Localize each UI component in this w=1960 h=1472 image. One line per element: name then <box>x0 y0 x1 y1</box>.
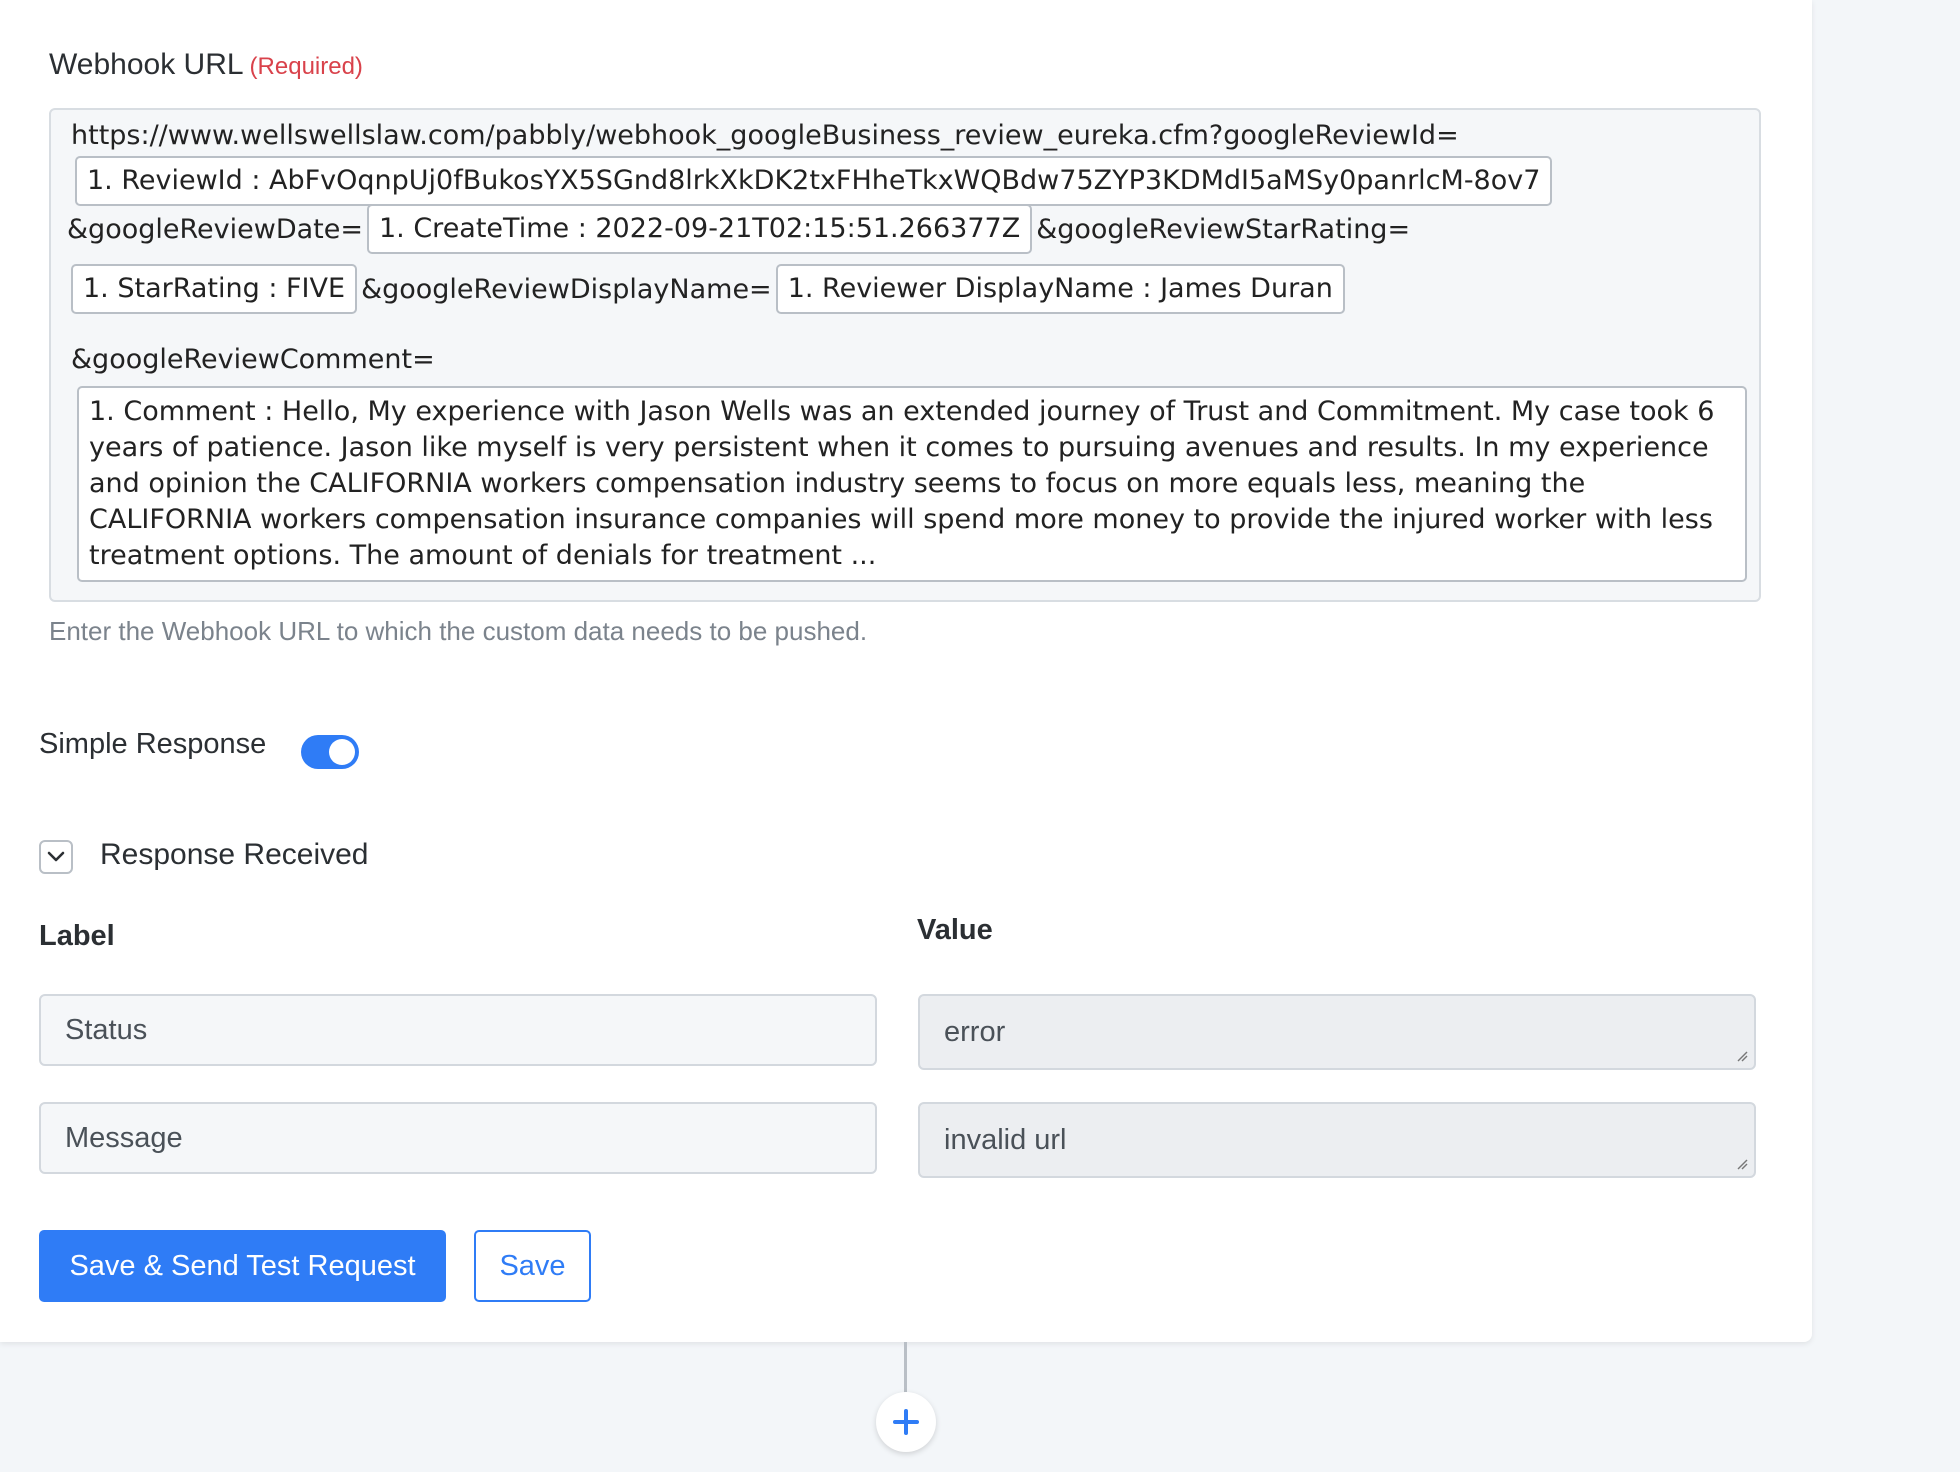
plus-icon <box>893 1409 919 1435</box>
webhook-url-input[interactable]: https://www.wellswellslaw.com/pabbly/web… <box>49 108 1761 602</box>
name-param-text: &googleReviewDisplayName= <box>361 273 772 305</box>
step-connector-line <box>904 1342 907 1394</box>
url-line-2: 1. ReviewId : AbFvOqnpUj0fBukosYX5SGnd8l… <box>71 156 1556 206</box>
resize-grip-icon[interactable] <box>1736 1050 1748 1062</box>
star-param-text: &googleReviewStarRating= <box>1036 213 1411 245</box>
url-line-3: &googleReviewDate= 1. CreateTime : 2022-… <box>67 204 1410 254</box>
webhook-url-title: Webhook URL (Required) <box>49 48 363 82</box>
response-received-title: Response Received <box>100 838 369 871</box>
response-value-text: error <box>944 1015 1006 1048</box>
url-line-1: https://www.wellswellslaw.com/pabbly/web… <box>71 120 1459 151</box>
create-time-token[interactable]: 1. CreateTime : 2022-09-21T02:15:51.2663… <box>366 204 1033 254</box>
response-value-text: invalid url <box>944 1123 1067 1156</box>
date-param-text: &googleReviewDate= <box>67 213 363 245</box>
comment-param-text: &googleReviewComment= <box>71 344 435 375</box>
url-base-text: https://www.wellswellslaw.com/pabbly/web… <box>71 120 1459 151</box>
review-id-token[interactable]: 1. ReviewId : AbFvOqnpUj0fBukosYX5SGnd8l… <box>75 156 1553 206</box>
resize-grip-icon[interactable] <box>1736 1158 1748 1170</box>
response-label-text: Status <box>65 1013 148 1046</box>
response-collapse-button[interactable] <box>39 840 73 874</box>
required-marker: (Required) <box>249 53 363 80</box>
simple-response-label: Simple Response <box>39 728 267 760</box>
star-rating-token[interactable]: 1. StarRating : FIVE <box>71 264 358 314</box>
comment-token[interactable]: 1. Comment : Hello, My experience with J… <box>77 386 1747 582</box>
url-line-5: &googleReviewComment= <box>71 344 435 375</box>
response-label-field-message[interactable]: Message <box>39 1102 877 1174</box>
display-name-token[interactable]: 1. Reviewer DisplayName : James Duran <box>775 264 1345 314</box>
url-line-4: 1. StarRating : FIVE &googleReviewDispla… <box>71 264 1349 314</box>
webhook-url-label: Webhook URL <box>49 48 244 81</box>
toggle-knob <box>329 739 355 765</box>
chevron-down-icon <box>47 851 65 862</box>
response-label-text: Message <box>65 1121 183 1154</box>
webhook-action-card: Webhook URL (Required) https://www.wellsw… <box>0 0 1812 1342</box>
add-step-button[interactable] <box>876 1392 936 1452</box>
response-value-field-message[interactable]: invalid url <box>918 1102 1756 1178</box>
simple-response-toggle[interactable] <box>301 735 359 769</box>
value-column-header: Value <box>917 914 993 946</box>
webhook-url-help: Enter the Webhook URL to which the custo… <box>49 616 868 646</box>
label-column-header: Label <box>39 920 115 952</box>
response-value-field-status[interactable]: error <box>918 994 1756 1070</box>
save-and-send-test-button[interactable]: Save & Send Test Request <box>39 1230 446 1302</box>
save-button[interactable]: Save <box>474 1230 591 1302</box>
response-label-field-status[interactable]: Status <box>39 994 877 1066</box>
